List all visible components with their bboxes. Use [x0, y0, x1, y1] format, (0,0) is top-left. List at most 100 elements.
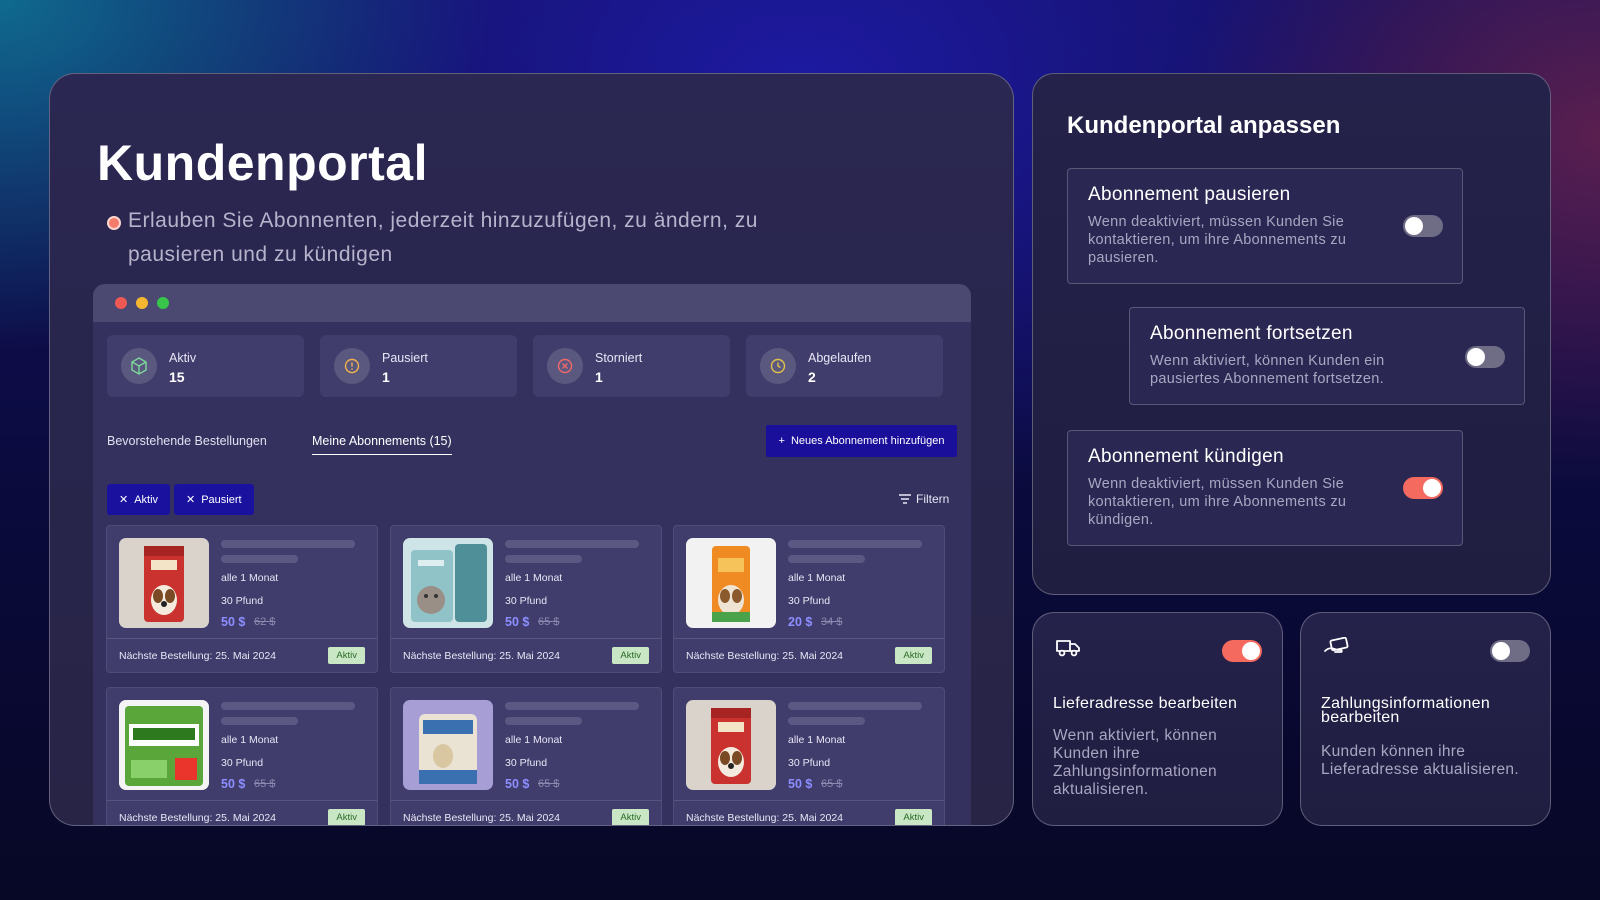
page-subtitle: Erlauben Sie Abonnenten, jederzeit hinzu… — [128, 209, 758, 266]
card-description: Kunden können ihre Lieferadresse aktuali… — [1321, 743, 1519, 778]
toggle-edit-delivery-address[interactable] — [1222, 640, 1262, 662]
subscription-card[interactable]: alle 1 Monat 30 Pfund 50 $ 65 $ Nächste … — [673, 687, 945, 825]
stat-value: 15 — [169, 369, 185, 385]
next-order-date: Nächste Bestellung: 25. Mai 2024 — [686, 650, 844, 662]
close-icon[interactable]: ✕ — [119, 493, 128, 506]
toggle-cancel-subscription[interactable] — [1403, 477, 1443, 499]
filter-button[interactable]: Filtern — [899, 492, 949, 506]
status-badge: Aktiv — [895, 809, 932, 825]
product-old-price: 65 $ — [538, 778, 560, 790]
product-frequency: alle 1 Monat — [788, 572, 846, 584]
next-order-date: Nächste Bestellung: 25. Mai 2024 — [403, 650, 561, 662]
stat-card-active[interactable]: Aktiv 15 — [107, 335, 304, 397]
option-cancel-subscription: Abonnement kündigen Wenn deaktiviert, mü… — [1067, 430, 1463, 546]
option-description: Wenn aktiviert, können Kunden ein pausie… — [1150, 353, 1385, 387]
toggle-knob — [1405, 217, 1423, 235]
add-subscription-label: Neues Abonnement hinzufügen — [790, 435, 945, 447]
skeleton-line — [788, 702, 922, 710]
chip-label: Aktiv — [134, 493, 159, 506]
divider — [391, 800, 661, 801]
card-title: Lieferadresse bearbeiten — [1053, 695, 1238, 712]
status-badge: Aktiv — [895, 647, 932, 664]
tab-my-subscriptions[interactable]: Meine Abonnements (15) — [312, 434, 452, 455]
customer-portal-card: Kundenportal Erlauben Sie Abonnenten, je… — [49, 73, 1014, 826]
product-image-red-dog-food-bag — [119, 538, 209, 628]
stat-value: 2 — [808, 369, 816, 385]
subscription-card[interactable]: alle 1 Monat 30 Pfund 50 $ 65 $ Nächste … — [390, 525, 662, 673]
skeleton-line — [505, 702, 639, 710]
close-icon[interactable]: ✕ — [186, 493, 195, 506]
card-title: Zahlungsinformationen bearbeiten — [1321, 695, 1491, 726]
skeleton-line — [221, 717, 298, 725]
skeleton-line — [221, 702, 355, 710]
stat-card-cancelled[interactable]: Storniert 1 — [533, 335, 730, 397]
product-price: 50 $ — [505, 615, 530, 629]
next-order-date: Nächste Bestellung: 25. Mai 2024 — [403, 812, 561, 824]
product-old-price: 65 $ — [254, 778, 276, 790]
add-subscription-button[interactable]: + Neues Abonnement hinzufügen — [766, 425, 957, 457]
filter-chip-paused[interactable]: ✕ Pausiert — [174, 484, 254, 515]
stat-card-expired[interactable]: Abgelaufen 2 — [746, 335, 943, 397]
toggle-knob — [1242, 642, 1260, 660]
status-badge: Aktiv — [612, 809, 649, 825]
product-weight: 30 Pfund — [788, 595, 831, 607]
stat-card-paused[interactable]: Pausiert 1 — [320, 335, 517, 397]
product-weight: 30 Pfund — [221, 757, 264, 769]
divider — [674, 638, 944, 639]
payment-hand-icon — [1323, 636, 1349, 659]
skeleton-line — [788, 540, 922, 548]
product-price: 20 $ — [788, 615, 813, 629]
tab-upcoming-orders[interactable]: Bevorstehende Bestellungen — [107, 434, 267, 448]
stat-label: Pausiert — [382, 351, 428, 365]
product-image-red-dog-food-bag — [686, 700, 776, 790]
filter-icon — [899, 494, 911, 504]
product-old-price: 65 $ — [821, 778, 843, 790]
clock-icon — [760, 348, 796, 384]
plus-icon: + — [778, 435, 785, 447]
option-description: Wenn deaktiviert, müssen Kunden Sie kont… — [1088, 476, 1347, 528]
toggle-edit-payment-info[interactable] — [1490, 640, 1530, 662]
product-weight: 30 Pfund — [505, 757, 548, 769]
browser-titlebar — [93, 284, 971, 322]
subscription-card[interactable]: alle 1 Monat 30 Pfund 20 $ 34 $ Nächste … — [673, 525, 945, 673]
customize-portal-panel: Kundenportal anpassen Abonnement pausier… — [1032, 73, 1551, 595]
next-order-date: Nächste Bestellung: 25. Mai 2024 — [119, 812, 277, 824]
skeleton-line — [788, 555, 865, 563]
stat-label: Abgelaufen — [808, 351, 872, 365]
box-icon — [121, 348, 157, 384]
product-image-fresh-kisses-treats-bag — [403, 700, 493, 790]
customize-title: Kundenportal anpassen — [1067, 112, 1341, 139]
option-resume-subscription: Abonnement fortsetzen Wenn aktiviert, kö… — [1129, 307, 1525, 405]
browser-window: Aktiv 15 Pausiert 1 Storniert 1 Abgelauf… — [93, 284, 971, 825]
subscription-card[interactable]: alle 1 Monat 30 Pfund 50 $ 62 $ Nächste … — [106, 525, 378, 673]
product-old-price: 62 $ — [254, 616, 276, 628]
filter-chip-active[interactable]: ✕ Aktiv — [107, 484, 171, 515]
status-badge: Aktiv — [328, 647, 365, 664]
chip-label: Pausiert — [201, 493, 242, 506]
close-window-button[interactable] — [115, 297, 127, 309]
divider — [391, 638, 661, 639]
subscription-card[interactable]: alle 1 Monat 30 Pfund 50 $ 65 $ Nächste … — [390, 687, 662, 825]
subscription-card[interactable]: alle 1 Monat 30 Pfund 50 $ 65 $ Nächste … — [106, 687, 378, 825]
x-circle-icon — [547, 348, 583, 384]
product-price: 50 $ — [221, 777, 246, 791]
stat-label: Aktiv — [169, 351, 197, 365]
next-order-date: Nächste Bestellung: 25. Mai 2024 — [686, 812, 844, 824]
option-title: Abonnement fortsetzen — [1150, 323, 1353, 344]
product-image-teal-cat-food-bag — [403, 538, 493, 628]
product-price: 50 $ — [788, 777, 813, 791]
bullet-dot — [107, 216, 121, 230]
skeleton-line — [505, 717, 582, 725]
edit-payment-info-card: Zahlungsinformationen bearbeiten Kunden … — [1300, 612, 1551, 826]
filter-label: Filtern — [916, 492, 950, 506]
toggle-pause-subscription[interactable] — [1403, 215, 1443, 237]
divider — [107, 638, 377, 639]
toggle-resume-subscription[interactable] — [1465, 346, 1505, 368]
toggle-knob — [1467, 348, 1485, 366]
minimize-window-button[interactable] — [136, 297, 148, 309]
maximize-window-button[interactable] — [157, 297, 169, 309]
product-weight: 30 Pfund — [788, 757, 831, 769]
product-frequency: alle 1 Monat — [788, 734, 846, 746]
product-price: 50 $ — [505, 777, 530, 791]
page-title: Kundenportal — [97, 135, 428, 191]
